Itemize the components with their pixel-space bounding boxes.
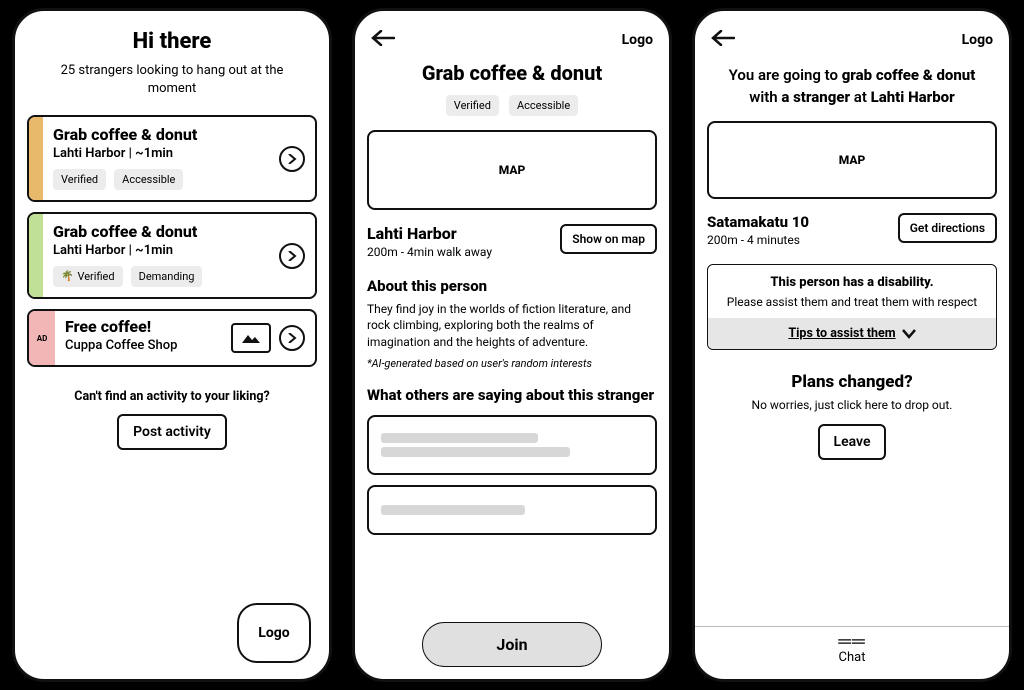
no-activity-prompt: Can't find an activity to your liking? <box>27 389 317 404</box>
screen-confirmation: Logo You are going to grab coffee & donu… <box>692 8 1012 682</box>
location-info: Lahti Harbor 200m - 4min walk away <box>367 224 492 261</box>
review-card <box>367 485 657 535</box>
card-body: Free coffee! Cuppa Coffee Shop <box>55 311 231 365</box>
headline-place: Lahti Harbor <box>871 88 955 106</box>
disability-title: This person has a disability. <box>722 275 982 290</box>
back-button[interactable] <box>711 29 735 51</box>
chat-label: Chat <box>695 650 1009 665</box>
location-row: Lahti Harbor 200m - 4min walk away Show … <box>367 224 657 261</box>
palm-icon: 🌴 <box>61 271 73 282</box>
stranger-count-subtitle: 25 strangers looking to hang out at the … <box>57 62 287 97</box>
about-body: They find joy in the worlds of fiction l… <box>367 301 657 351</box>
header-logo[interactable]: Logo <box>962 32 993 48</box>
arrow-left-icon <box>711 30 735 46</box>
arrow-left-icon <box>371 30 395 46</box>
show-on-map-button[interactable]: Show on map <box>560 224 657 254</box>
address-info: Satamakatu 10 200m - 4 minutes <box>707 213 809 249</box>
activity-title: Grab coffee & donut <box>53 222 259 241</box>
headline-at: at <box>850 88 871 106</box>
verified-tag: Verified <box>53 169 106 190</box>
plans-sub: No worries, just click here to drop out. <box>707 398 997 412</box>
leave-button[interactable]: Leave <box>818 424 887 460</box>
about-ai-note: *AI-generated based on user's random int… <box>367 357 657 370</box>
ad-badge: AD <box>29 311 55 365</box>
card-arrow-area <box>269 214 315 297</box>
map-placeholder[interactable]: MAP <box>707 121 997 199</box>
get-directions-button[interactable]: Get directions <box>898 213 997 243</box>
disability-card: This person has a disability. Please ass… <box>707 264 997 350</box>
tag-row: Verified Accessible <box>53 169 259 190</box>
card-stripe <box>29 117 43 200</box>
headline-pre: You are going to <box>729 66 842 84</box>
chevron-right-icon <box>287 154 297 164</box>
headline-who: a stranger <box>781 88 850 106</box>
back-button[interactable] <box>371 29 395 51</box>
open-ad-button[interactable] <box>279 325 305 351</box>
post-activity-button[interactable]: Post activity <box>117 414 227 450</box>
chevron-right-icon <box>287 333 297 343</box>
menu-icon: ══ <box>695 637 1009 646</box>
address-distance: 200m - 4 minutes <box>707 233 809 249</box>
address-line: Satamakatu 10 <box>707 213 809 231</box>
about-heading: About this person <box>367 277 657 295</box>
activity-title: Grab coffee & donut <box>53 125 259 144</box>
chat-bar[interactable]: ══ Chat <box>695 626 1009 679</box>
address-row: Satamakatu 10 200m - 4 minutes Get direc… <box>707 213 997 249</box>
confirmation-headline: You are going to grab coffee & donut wit… <box>723 65 981 109</box>
image-icon <box>240 331 262 345</box>
tips-expand-button[interactable]: Tips to assist them <box>708 318 996 349</box>
ad-label: AD <box>37 334 48 343</box>
card-body: Grab coffee & donut Lahti Harbor | ~1min… <box>43 214 269 297</box>
verified-tag: Verified <box>446 95 499 116</box>
location-distance: 200m - 4min walk away <box>367 245 492 261</box>
chevron-right-icon <box>287 251 297 261</box>
activity-card[interactable]: Grab coffee & donut Lahti Harbor | ~1min… <box>27 115 317 202</box>
disability-top: This person has a disability. Please ass… <box>708 265 996 318</box>
topbar: Logo <box>707 29 997 61</box>
disability-body: Please assist them and treat them with r… <box>722 294 982 310</box>
open-activity-button[interactable] <box>279 243 305 269</box>
tag-label: Verified <box>77 270 114 283</box>
ad-subtitle: Cuppa Coffee Shop <box>65 338 221 353</box>
ad-card[interactable]: AD Free coffee! Cuppa Coffee Shop <box>27 309 317 367</box>
activity-location: Lahti Harbor | ~1min <box>53 146 259 161</box>
card-body: Grab coffee & donut Lahti Harbor | ~1min… <box>43 117 269 200</box>
header-logo[interactable]: Logo <box>622 32 653 48</box>
verified-tag: 🌴 Verified <box>53 266 123 287</box>
tips-expand-label: Tips to assist them <box>788 326 895 341</box>
skeleton-line <box>381 505 525 515</box>
greeting-title: Hi there <box>27 29 317 54</box>
accessible-tag: Accessible <box>114 169 183 190</box>
join-button[interactable]: Join <box>422 622 602 667</box>
accessible-tag: Accessible <box>509 95 578 116</box>
skeleton-line <box>381 433 538 443</box>
logo-fab[interactable]: Logo <box>237 603 311 663</box>
activity-card[interactable]: Grab coffee & donut Lahti Harbor | ~1min… <box>27 212 317 299</box>
screen-home: Hi there 25 strangers looking to hang ou… <box>12 8 332 682</box>
others-heading: What others are saying about this strang… <box>367 386 657 405</box>
card-arrow-area <box>269 117 315 200</box>
location-name: Lahti Harbor <box>367 224 492 243</box>
tag-row: Verified Accessible <box>367 95 657 116</box>
demanding-tag: Demanding <box>131 266 203 287</box>
activity-title: Grab coffee & donut <box>367 61 657 85</box>
tag-row: 🌴 Verified Demanding <box>53 266 259 287</box>
headline-activity: grab coffee & donut <box>842 66 976 84</box>
headline-mid: with <box>749 88 781 106</box>
join-wrap: Join <box>355 622 669 667</box>
skeleton-line <box>381 447 570 457</box>
ad-title: Free coffee! <box>65 317 221 336</box>
plans-heading: Plans changed? <box>707 372 997 392</box>
chevron-down-icon <box>902 329 916 339</box>
ad-image-thumb <box>231 323 271 353</box>
screen-activity-detail: Logo Grab coffee & donut Verified Access… <box>352 8 672 682</box>
ad-right <box>231 311 315 365</box>
card-stripe <box>29 214 43 297</box>
activity-location: Lahti Harbor | ~1min <box>53 243 259 258</box>
open-activity-button[interactable] <box>279 146 305 172</box>
map-placeholder[interactable]: MAP <box>367 130 657 210</box>
topbar: Logo <box>367 29 657 61</box>
review-card <box>367 415 657 475</box>
